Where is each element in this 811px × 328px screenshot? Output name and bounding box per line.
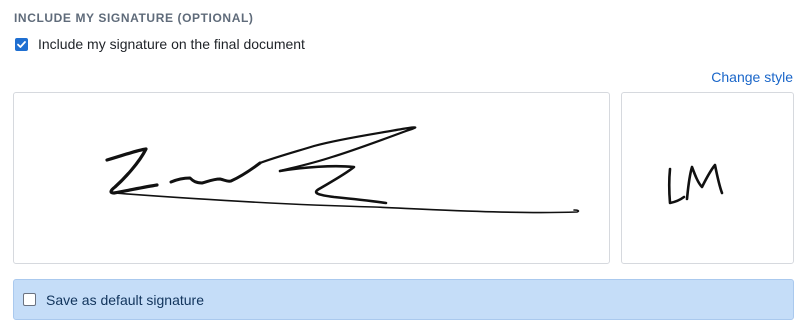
section-title: INCLUDE MY SIGNATURE (OPTIONAL) [14,11,254,25]
include-signature-label: Include my signature on the final docume… [38,36,305,52]
include-signature-row[interactable]: Include my signature on the final docume… [15,36,305,52]
include-signature-checkbox[interactable] [15,37,28,51]
change-style-link[interactable]: Change style [711,69,793,85]
signature-drawing [105,126,580,214]
save-default-label: Save as default signature [46,291,204,308]
signature-full-panel[interactable] [13,92,610,264]
save-default-row[interactable]: Save as default signature [13,279,794,320]
checkmark-icon [17,40,26,48]
signature-initials-panel[interactable] [621,92,794,264]
save-default-checkbox[interactable] [23,293,36,306]
initials-drawing [667,163,724,205]
